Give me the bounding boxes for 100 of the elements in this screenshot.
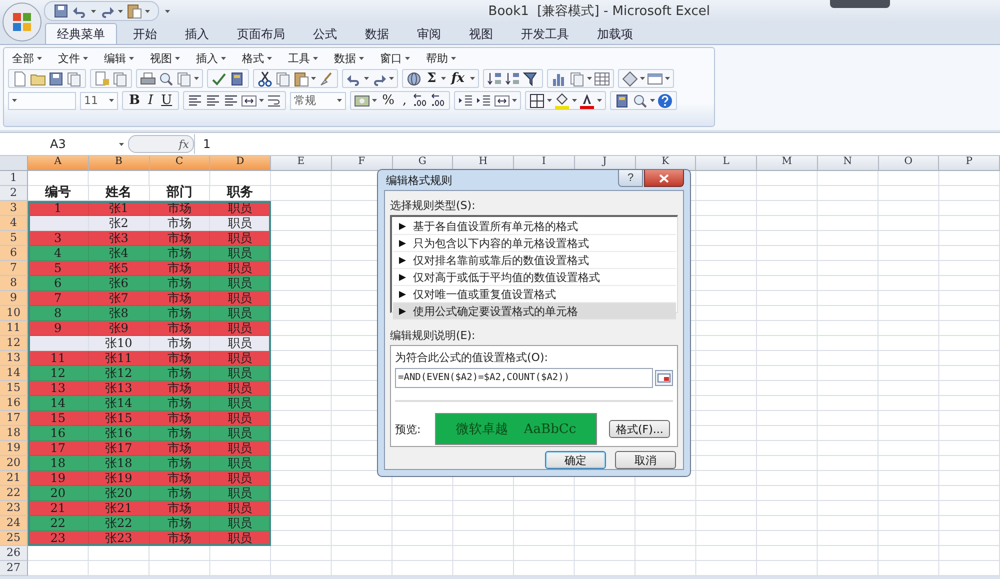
caret-icon[interactable] [267, 56, 272, 60]
column-header[interactable]: A [28, 156, 89, 171]
caret-icon[interactable] [259, 99, 264, 102]
merge-icon[interactable] [494, 92, 510, 108]
formula-field[interactable]: 1 [194, 134, 1000, 154]
caret-icon[interactable] [512, 99, 517, 102]
row-header[interactable]: 17 [0, 411, 28, 426]
ribbon-tab[interactable]: 开始 [121, 23, 169, 44]
caret-icon[interactable] [572, 99, 577, 102]
caret-icon[interactable] [451, 56, 456, 60]
help-icon[interactable] [656, 92, 673, 108]
sum-button[interactable]: Σ [424, 70, 440, 86]
rule-type-item[interactable]: 基于各自值设置所有单元格的格式 [393, 218, 676, 235]
row-header[interactable]: 12 [0, 336, 28, 351]
row-header[interactable]: 19 [0, 441, 28, 456]
menu-item[interactable]: 工具 [284, 50, 322, 66]
diamond-icon[interactable] [622, 70, 638, 86]
caret-icon[interactable] [91, 10, 96, 12]
magnifier-icon[interactable] [632, 92, 648, 108]
rule-type-item[interactable]: 仅对排名靠前或靠后的数值设置格式 [393, 252, 676, 269]
caret-icon[interactable] [37, 56, 42, 60]
indent-icon[interactable] [458, 92, 474, 108]
font-name-field[interactable] [8, 92, 76, 110]
border-icon[interactable] [528, 92, 545, 108]
caret-icon[interactable] [359, 56, 364, 60]
caret-icon[interactable] [175, 56, 180, 60]
magnifier-icon[interactable] [158, 70, 174, 86]
ribbon-tab[interactable]: 数据 [353, 23, 401, 44]
caret-icon[interactable] [470, 77, 475, 80]
number-format-field[interactable]: 常规 [290, 92, 346, 110]
caret-icon[interactable] [337, 99, 342, 102]
row-header[interactable]: 20 [0, 456, 28, 471]
caret-icon[interactable] [441, 77, 446, 80]
bold-button[interactable]: B [126, 92, 143, 108]
check-icon[interactable] [211, 70, 227, 86]
caret-icon[interactable] [372, 99, 378, 102]
column-header[interactable]: N [818, 156, 878, 171]
pages-icon[interactable] [176, 70, 192, 86]
office-button[interactable] [2, 2, 42, 42]
function-button[interactable]: fx [448, 70, 468, 86]
globe-icon[interactable] [406, 70, 422, 86]
caret-icon[interactable] [194, 77, 199, 80]
column-header[interactable]: C [150, 156, 210, 171]
ribbon-tab[interactable]: 页面布局 [225, 23, 297, 44]
row-header[interactable]: 5 [0, 231, 28, 246]
scissors-icon[interactable] [257, 70, 273, 86]
caret-icon[interactable] [389, 77, 394, 80]
cancel-button[interactable]: 取消 [615, 451, 676, 469]
row-header[interactable]: 3 [0, 201, 28, 216]
ribbon-tab[interactable]: 加载项 [585, 23, 645, 44]
menu-item[interactable]: 文件 [54, 50, 92, 66]
column-header[interactable]: O [878, 156, 940, 171]
decimal-icon[interactable] [430, 92, 446, 108]
caret-icon[interactable] [118, 10, 123, 12]
book-icon[interactable] [229, 70, 245, 86]
font-color-icon[interactable] [578, 92, 595, 108]
row-header[interactable]: 11 [0, 321, 28, 336]
row-header[interactable]: 7 [0, 261, 28, 276]
row-header[interactable]: 23 [0, 501, 28, 516]
decimal-icon[interactable] [412, 92, 428, 108]
merge-icon[interactable] [241, 92, 258, 108]
printer-icon[interactable] [140, 70, 156, 86]
ribbon-tab[interactable]: 审阅 [405, 23, 453, 44]
italic-button[interactable]: I [145, 92, 156, 108]
formula-input[interactable]: =AND(EVEN($A2)=$A2,COUNT($A2)) [395, 368, 653, 388]
align-icon[interactable] [205, 92, 222, 108]
filter-icon[interactable] [522, 70, 539, 86]
align-icon[interactable] [187, 92, 204, 108]
row-header[interactable]: 13 [0, 351, 28, 366]
caret-icon[interactable] [664, 77, 670, 80]
ribbon-tab[interactable]: 插入 [173, 23, 221, 44]
caret-icon[interactable] [405, 56, 410, 60]
row-header[interactable]: 16 [0, 396, 28, 411]
sort-icon[interactable] [504, 70, 521, 86]
ok-button[interactable]: 确定 [545, 451, 606, 469]
help-button[interactable]: ? [618, 170, 643, 187]
row-header[interactable]: 2 [0, 186, 28, 201]
name-box[interactable]: A3 [0, 135, 128, 153]
pages-icon[interactable] [112, 70, 128, 86]
grid-icon[interactable] [594, 70, 610, 86]
caret-icon[interactable] [119, 142, 124, 146]
menu-item[interactable]: 编辑 [100, 50, 138, 66]
window-icon[interactable] [646, 70, 663, 86]
clipboard-icon[interactable] [293, 70, 309, 86]
underline-button[interactable]: U [158, 92, 176, 108]
rule-type-item[interactable]: 仅对高于或低于平均值的数值设置格式 [393, 269, 676, 286]
menu-item[interactable]: 全部 [8, 50, 46, 66]
align-icon[interactable] [223, 92, 240, 108]
percent-button[interactable]: % [379, 92, 398, 108]
sort-icon[interactable] [486, 70, 503, 86]
menu-item[interactable]: 帮助 [422, 50, 460, 66]
column-header[interactable]: F [332, 156, 392, 171]
row-header[interactable]: 15 [0, 381, 28, 396]
book-icon[interactable] [614, 92, 630, 108]
ribbon-tab[interactable]: 开发工具 [509, 23, 581, 44]
column-header[interactable]: B [88, 156, 150, 171]
ribbon-tab[interactable]: 视图 [457, 23, 505, 44]
column-header[interactable]: D [210, 156, 271, 171]
menu-item[interactable]: 插入 [192, 50, 230, 66]
row-header[interactable]: 26 [0, 546, 28, 561]
